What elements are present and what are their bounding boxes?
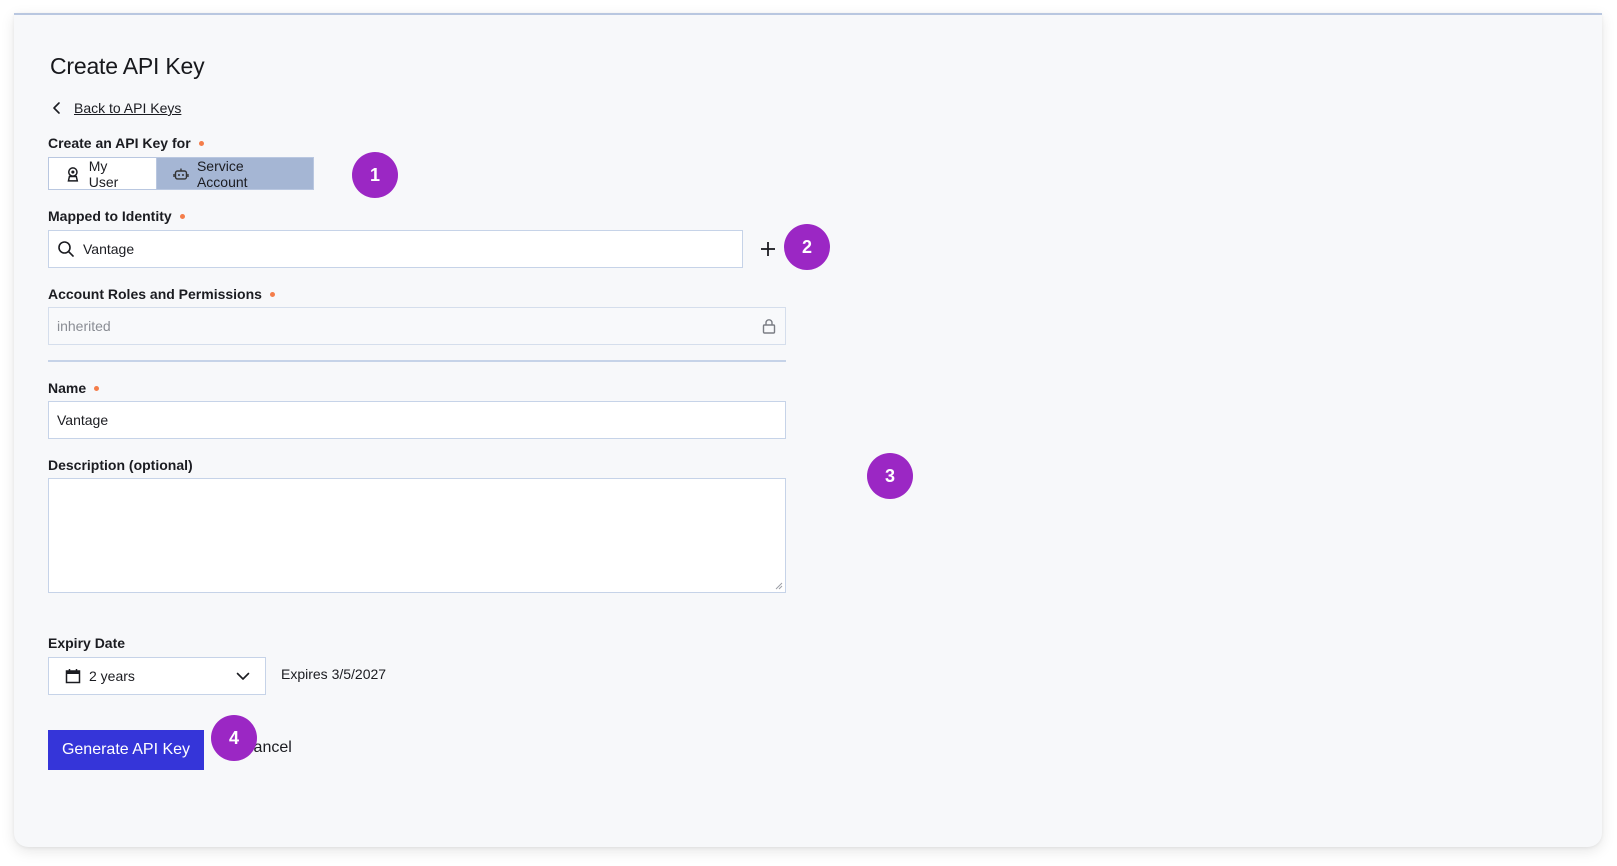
- add-identity-plus-icon[interactable]: [758, 239, 778, 259]
- required-indicator: [179, 213, 185, 219]
- roles-label: Account Roles and Permissions: [48, 286, 275, 302]
- create-for-toggle: My User Service Account: [48, 157, 314, 190]
- expiry-label: Expiry Date: [48, 635, 125, 651]
- back-to-api-keys-link[interactable]: Back to API Keys: [50, 100, 181, 116]
- name-input[interactable]: Vantage: [48, 401, 786, 439]
- lock-icon: [762, 319, 776, 334]
- expiry-value: 2 years: [89, 668, 135, 684]
- required-indicator: [198, 140, 204, 146]
- calendar-icon: [65, 669, 81, 684]
- chevron-left-icon: [53, 102, 60, 114]
- required-indicator: [269, 291, 275, 297]
- create-for-label: Create an API Key for: [48, 135, 204, 151]
- expiry-select[interactable]: 2 years: [48, 657, 266, 695]
- identity-label: Mapped to Identity: [48, 208, 185, 224]
- expires-date-text: Expires 3/5/2027: [281, 666, 387, 682]
- description-label-text: Description (optional): [48, 457, 193, 473]
- roles-value: inherited: [57, 318, 111, 334]
- robot-icon: [173, 168, 189, 180]
- annotation-badge-2: 2: [784, 224, 830, 270]
- roles-label-text: Account Roles and Permissions: [48, 286, 262, 302]
- back-link-label: Back to API Keys: [74, 100, 182, 116]
- name-value: Vantage: [57, 412, 109, 428]
- user-badge-icon: [67, 166, 79, 182]
- annotation-badge-4: 4: [211, 715, 257, 761]
- identity-label-text: Mapped to Identity: [48, 208, 172, 224]
- section-divider: [48, 360, 786, 362]
- search-icon: [58, 241, 74, 257]
- option-service-account[interactable]: Service Account: [156, 157, 313, 190]
- name-label: Name: [48, 380, 100, 396]
- generate-api-key-button[interactable]: Generate API Key: [48, 730, 204, 770]
- page-title: Create API Key: [50, 53, 205, 79]
- annotation-badge-3: 3: [867, 453, 913, 499]
- option-my-user-label: My User: [88, 157, 119, 190]
- chevron-down-icon: [236, 672, 250, 680]
- identity-search-input[interactable]: Vantage: [48, 230, 743, 268]
- expiry-label-text: Expiry Date: [48, 635, 126, 651]
- name-label-text: Name: [48, 380, 87, 396]
- option-my-user[interactable]: My User: [49, 157, 156, 190]
- description-textarea[interactable]: [48, 478, 786, 593]
- create-api-key-card: Create API Key Back to API Keys Create a…: [14, 13, 1602, 847]
- roles-input: inherited: [48, 307, 786, 345]
- option-service-account-label: Service Account: [196, 157, 248, 190]
- annotation-badge-1: 1: [352, 152, 398, 198]
- required-indicator: [94, 385, 100, 391]
- description-label: Description (optional): [48, 457, 193, 473]
- resize-grip-icon[interactable]: [775, 582, 783, 590]
- identity-value: Vantage: [83, 241, 135, 257]
- create-for-label-text: Create an API Key for: [48, 135, 191, 151]
